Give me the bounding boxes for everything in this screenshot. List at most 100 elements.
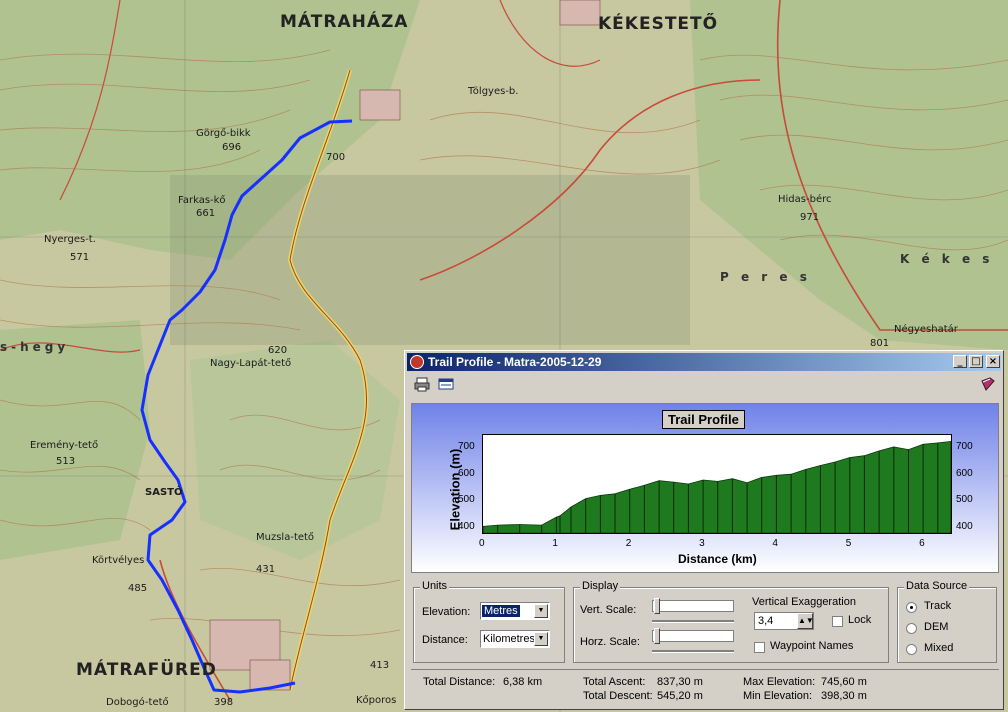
map-label-kortvelyes-elev: 485 (128, 583, 148, 594)
map-label-muzsla: Muzsla-tető (256, 532, 315, 543)
map-label-negyeshatar: Négyeshatár (894, 324, 958, 335)
elevation-select-value: Metres (482, 605, 520, 617)
help-book-icon[interactable] (979, 376, 997, 394)
distance-label: Distance: (422, 634, 468, 646)
units-group: Units Elevation: Metres ▼ Distance: Kilo… (413, 580, 565, 663)
y-tick-label-left: 400 (458, 520, 475, 532)
map-label-farkas-elev: 661 (196, 208, 216, 219)
map-label-eremeny-elev: 513 (56, 456, 76, 467)
x-tick-label: 1 (552, 538, 558, 549)
map-label-hidas-elev: 971 (800, 212, 820, 223)
map-label-muzsla-elev: 431 (256, 564, 276, 575)
total-ascent-value: 837,30 m (657, 676, 703, 688)
trail-profile-window[interactable]: Trail Profile - Matra-2005-12-29 _ □ × T… (404, 350, 1004, 710)
max-elevation-label: Max Elevation: (743, 676, 816, 688)
x-tick-label: 3 (699, 538, 705, 549)
horz-scale-slider[interactable] (652, 628, 734, 653)
y-tick-label-right: 500 (956, 494, 973, 506)
y-tick-label-left: 600 (458, 467, 475, 479)
map-label-nagy-lapat: Nagy-Lapát-tető (210, 358, 292, 369)
x-axis-label: Distance (km) (678, 552, 757, 566)
distance-select[interactable]: Kilometres ▼ (480, 630, 550, 648)
mixed-radio[interactable] (906, 644, 917, 655)
track-radio[interactable] (906, 602, 917, 613)
y-tick-label-left: 500 (458, 494, 475, 506)
y-tick-label-right: 700 (956, 441, 973, 453)
stats-bar: Total Distance: 6,38 km Total Ascent: 83… (411, 669, 999, 706)
map-label-elev-700: 700 (326, 152, 346, 163)
map-label-kokoros: Kőporos (356, 695, 397, 706)
chevron-down-icon[interactable]: ▼ (534, 604, 548, 618)
total-distance-label: Total Distance: (423, 676, 496, 688)
map-label-kekesteto: KÉKESTETŐ (598, 14, 719, 34)
min-elevation-value: 398,30 m (821, 690, 867, 702)
x-tick-label: 0 (479, 538, 485, 549)
profile-chart: Trail Profile Elevation (m) Distance (km… (411, 403, 999, 573)
map-label-dobogo: Dobogó-tető (106, 697, 169, 708)
display-legend: Display (580, 580, 621, 592)
window-title: Trail Profile - Matra-2005-12-29 (428, 355, 602, 369)
elevation-label: Elevation: (422, 606, 471, 618)
map-label-matrafured: MÁTRAFÜRED (76, 660, 217, 680)
max-elevation-value: 745,60 m (821, 676, 867, 688)
x-tick-label: 4 (772, 538, 778, 549)
chevron-down-icon[interactable]: ▼ (534, 632, 548, 646)
total-descent-value: 545,20 m (657, 690, 703, 702)
x-tick-label: 6 (919, 538, 925, 549)
vert-scale-label: Vert. Scale: (580, 604, 637, 616)
units-legend: Units (420, 580, 450, 592)
map-label-peres: P e r e s (720, 270, 811, 284)
maximize-button[interactable]: □ (969, 355, 983, 368)
waypoint-names-checkbox[interactable] (754, 642, 765, 653)
vert-exag-label: Vertical Exaggeration (752, 596, 856, 608)
mixed-label: Mixed (924, 642, 954, 654)
map-label-elev-801: 801 (870, 338, 890, 349)
track-label: Track (924, 600, 952, 612)
x-tick-label: 5 (845, 538, 852, 549)
vert-scale-thumb[interactable] (654, 598, 660, 614)
map-label-matrahaza: MÁTRAHÁZA (280, 12, 409, 32)
dem-radio[interactable] (906, 623, 917, 634)
map-label-nyerges: Nyerges-t. (44, 234, 96, 245)
map-label-gorgo-bikk: Görgő-bikk (196, 128, 251, 139)
map-label-eremeny: Eremény-tető (30, 440, 99, 451)
spinner-arrows-icon[interactable]: ▲▼ (797, 613, 814, 629)
vert-exag-spinner[interactable]: 3,4 ▲▼ (754, 612, 814, 630)
print-icon[interactable] (413, 376, 431, 394)
vert-scale-slider[interactable] (652, 598, 734, 623)
distance-select-value: Kilometres (483, 633, 535, 645)
min-elevation-label: Min Elevation: (743, 690, 813, 702)
dem-label: DEM (924, 621, 949, 633)
map-label-sasto: SASTÓ (145, 487, 183, 498)
data-source-group: Data Source Track DEM Mixed (897, 580, 997, 663)
map-label-hidas-berc: Hidas-bérc (778, 194, 832, 205)
map-label-farkas-ko: Farkas-kő (178, 195, 226, 206)
total-descent-label: Total Descent: (583, 690, 653, 702)
total-distance-value: 6,38 km (503, 676, 543, 688)
x-tick-label: 2 (625, 538, 632, 549)
data-source-legend: Data Source (904, 580, 970, 592)
y-tick-label-left: 700 (458, 441, 475, 453)
total-ascent-label: Total Ascent: (583, 676, 646, 688)
minimize-button[interactable]: _ (953, 355, 967, 368)
lock-checkbox[interactable] (832, 616, 843, 627)
map-label-gorgo-elev: 696 (222, 142, 242, 153)
map-label-kishegy: s-hegy (0, 340, 70, 354)
elevation-select[interactable]: Metres ▼ (480, 602, 550, 620)
map-label-nagy-lapat-elev: 620 (268, 345, 288, 356)
title-bar[interactable]: Trail Profile - Matra-2005-12-29 _ □ × (407, 353, 1001, 371)
app-icon (410, 355, 424, 369)
waypoint-names-label: Waypoint Names (770, 640, 854, 652)
elevation-area (483, 440, 951, 533)
chart-title: Trail Profile (662, 410, 745, 429)
map-label-elev-413: 413 (370, 660, 390, 671)
toolbar (407, 373, 1001, 397)
y-tick-label-right: 600 (956, 467, 973, 479)
horz-scale-thumb[interactable] (654, 628, 660, 644)
map-label-kortvelyes: Körtvélyes (92, 555, 145, 566)
close-button[interactable]: × (986, 355, 1000, 368)
map-label-tolgyes: Tölgyes-b. (468, 86, 519, 97)
map-label-kekes: K é k e s (900, 252, 994, 266)
copy-icon[interactable] (437, 376, 455, 394)
display-group: Display Vert. Scale: Horz. Scale: Vertic… (573, 580, 889, 663)
